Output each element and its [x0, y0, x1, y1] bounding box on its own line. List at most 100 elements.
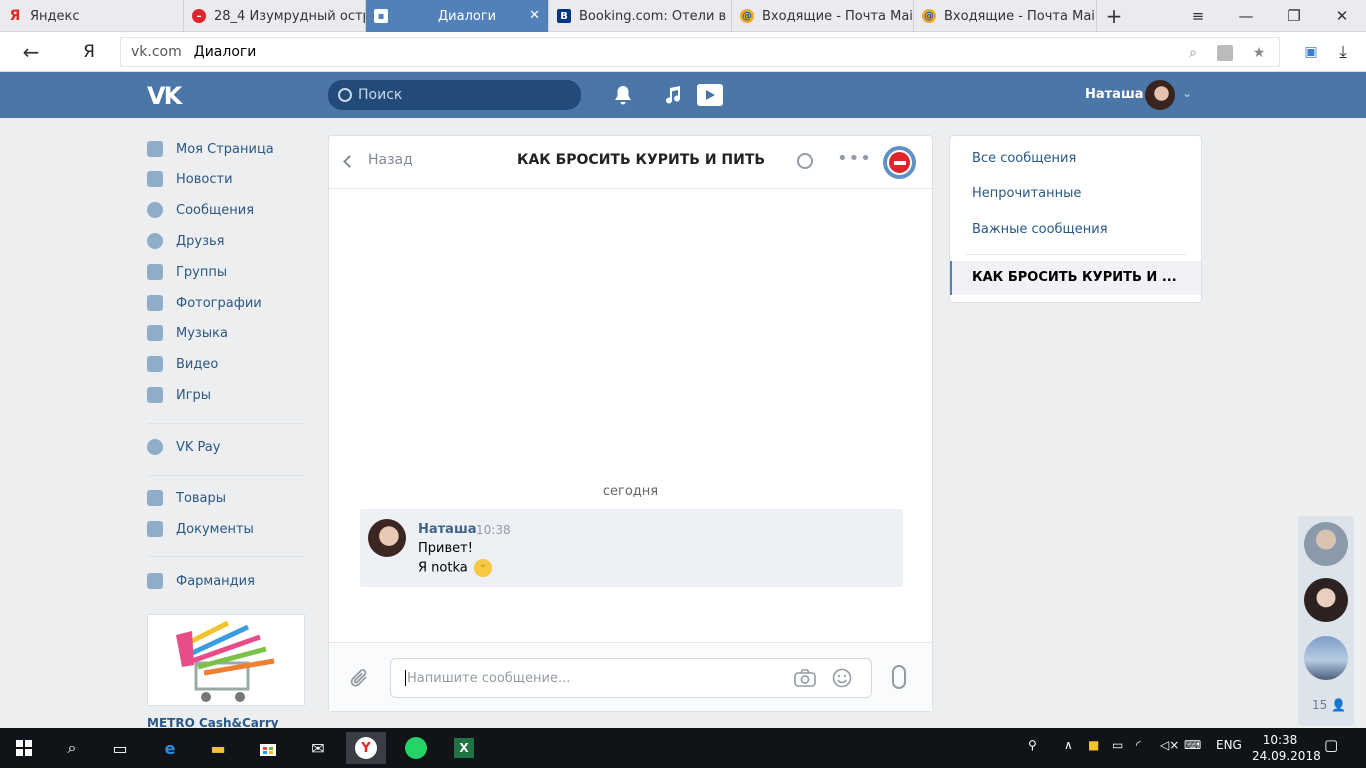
avatar[interactable]	[368, 519, 406, 557]
user-name[interactable]: Наташа	[1085, 87, 1144, 102]
file-explorer-icon[interactable]: ▬	[198, 732, 238, 764]
url-field[interactable]: vk.com Диалоги ⌕ ★	[120, 37, 1280, 67]
people-icon[interactable]: ⚲	[1028, 738, 1037, 752]
antivirus-icon[interactable]: ■	[1088, 738, 1099, 752]
user-avatar[interactable]	[1145, 80, 1175, 110]
search-icon[interactable]	[797, 153, 813, 169]
yandex-browser-icon[interactable]: Y	[346, 732, 386, 764]
sidebar-item-label: Сообщения	[176, 202, 255, 218]
more-options-icon[interactable]: •••	[837, 148, 872, 169]
sidebar-item-photos[interactable]: Фотографии	[147, 290, 262, 316]
shopping-cart-pencils-image	[176, 620, 275, 702]
message-time: 10:38	[476, 523, 511, 537]
tab-mail-2[interactable]: @ Входящие - Почта Mail.R	[914, 0, 1097, 32]
groups-icon	[147, 264, 163, 280]
sidebar-item-friends[interactable]: Друзья	[147, 228, 225, 254]
keyboard-icon[interactable]: ⌨	[1184, 738, 1201, 752]
tab-mail-1[interactable]: @ Входящие - Почта Mail.R	[732, 0, 914, 32]
friends-online-count[interactable]: 15 👤	[1312, 698, 1346, 712]
tab-booking[interactable]: B Booking.com: Отели в Са	[549, 0, 732, 32]
bell-icon[interactable]	[611, 84, 635, 106]
message-author[interactable]: Наташа	[418, 522, 477, 537]
music-icon[interactable]	[661, 84, 685, 106]
camera-icon	[147, 295, 163, 311]
collections-icon[interactable]: ▣	[1298, 40, 1324, 64]
active-chat-item[interactable]: КАК БРОСИТЬ КУРИТЬ И ...	[950, 261, 1201, 295]
message-input[interactable]: Напишите сообщение...	[390, 658, 872, 698]
restore-button[interactable]: ❐	[1272, 0, 1316, 32]
close-window-button[interactable]: ✕	[1320, 0, 1364, 32]
message[interactable]: Наташа 10:38 Привет! Я notka ᵕ	[360, 509, 903, 587]
download-icon[interactable]: ⤓	[1330, 40, 1356, 64]
friend-avatar[interactable]	[1304, 636, 1348, 680]
filter-important[interactable]: Важные сообщения	[972, 222, 1108, 237]
gamepad-icon	[147, 387, 163, 403]
smile-icon[interactable]	[831, 668, 853, 688]
sidebar-item-groups[interactable]: Группы	[147, 259, 227, 285]
notification-icon[interactable]: ▢	[1324, 736, 1338, 754]
sidebar-item-vkpay[interactable]: VK Pay	[147, 434, 220, 460]
lock-icon[interactable]	[1217, 45, 1233, 61]
friend-avatar[interactable]	[1304, 578, 1348, 622]
close-tab-icon[interactable]: ✕	[529, 8, 540, 23]
yandex-home-icon[interactable]: Я	[76, 40, 102, 64]
excel-icon[interactable]: X	[444, 732, 484, 764]
friends-icon	[147, 233, 163, 249]
sidebar-item-news[interactable]: Новости	[147, 166, 233, 192]
sidebar-item-my-page[interactable]: Моя Страница	[147, 136, 274, 162]
sidebar-item-games[interactable]: Игры	[147, 382, 211, 408]
message-text-line: Я notka ᵕ	[418, 559, 492, 577]
ad-banner[interactable]	[147, 614, 305, 706]
battery-icon[interactable]: ▭	[1112, 738, 1123, 752]
clock[interactable]: 10:38 24.09.2018	[1252, 732, 1321, 764]
wifi-icon[interactable]: ◜	[1136, 738, 1141, 752]
message-input-placeholder: Напишите сообщение...	[407, 670, 571, 686]
windows-start-icon[interactable]	[4, 732, 44, 764]
clock-date: 24.09.2018	[1252, 749, 1321, 763]
chat-avatar[interactable]	[883, 146, 916, 179]
back-button[interactable]: Назад	[343, 152, 413, 168]
sidebar-item-video[interactable]: Видео	[147, 351, 218, 377]
minimize-button[interactable]: —	[1224, 0, 1268, 32]
sidebar-item-messages[interactable]: Сообщения	[147, 197, 254, 223]
filter-unread[interactable]: Непрочитанные	[972, 186, 1081, 201]
apps-grid-icon	[147, 573, 163, 589]
vk-messages-icon: ▪	[374, 9, 388, 23]
tab-emerald-island[interactable]: – 28_4 Изумрудный остров	[184, 0, 366, 32]
zoom-icon[interactable]: ⌕	[1183, 43, 1203, 63]
sidebar-item-app[interactable]: Фармандия	[147, 568, 255, 594]
edge-icon[interactable]: e	[150, 732, 190, 764]
microphone-icon[interactable]	[892, 665, 906, 689]
tab-yandex[interactable]: Я Яндекс	[0, 0, 184, 32]
volume-muted-icon[interactable]: ◁×	[1160, 738, 1179, 752]
new-tab-button[interactable]: +	[1092, 0, 1136, 32]
dialog-filters-panel: Все сообщения Непрочитанные Важные сообщ…	[949, 135, 1202, 303]
sidebar-item-music[interactable]: Музыка	[147, 320, 228, 346]
search-input[interactable]: Поиск	[328, 80, 581, 110]
search-placeholder: Поиск	[358, 87, 403, 103]
filter-all-messages[interactable]: Все сообщения	[972, 151, 1076, 166]
active-chat-label: КАК БРОСИТЬ КУРИТЬ И ...	[972, 270, 1177, 285]
video-icon[interactable]	[697, 84, 723, 106]
star-icon[interactable]: ★	[1249, 43, 1269, 63]
panel-divider	[966, 254, 1186, 255]
friend-avatar[interactable]	[1304, 522, 1348, 566]
paperclip-icon[interactable]	[349, 667, 371, 696]
task-view-icon[interactable]: ▭	[100, 732, 140, 764]
chevron-down-icon[interactable]: ⌄	[1182, 86, 1192, 100]
search-icon[interactable]: ⌕	[52, 732, 92, 764]
whatsapp-icon[interactable]	[396, 732, 436, 764]
sidebar-item-goods[interactable]: Товары	[147, 485, 226, 511]
mail-icon[interactable]: ✉	[298, 732, 338, 764]
vk-logo[interactable]: VK	[147, 82, 182, 110]
camera-icon[interactable]	[794, 668, 816, 688]
store-icon[interactable]	[248, 732, 288, 764]
language-indicator[interactable]: ENG	[1216, 738, 1242, 752]
menu-icon[interactable]: ≡	[1176, 0, 1220, 32]
back-arrow-icon[interactable]: ←	[18, 40, 44, 64]
no-entry-icon	[887, 150, 912, 175]
chevron-up-icon[interactable]: ∧	[1064, 738, 1073, 752]
menu-divider	[147, 423, 305, 424]
tab-dialogs[interactable]: ▪ Диалоги ✕	[366, 0, 549, 32]
sidebar-item-documents[interactable]: Документы	[147, 516, 254, 542]
